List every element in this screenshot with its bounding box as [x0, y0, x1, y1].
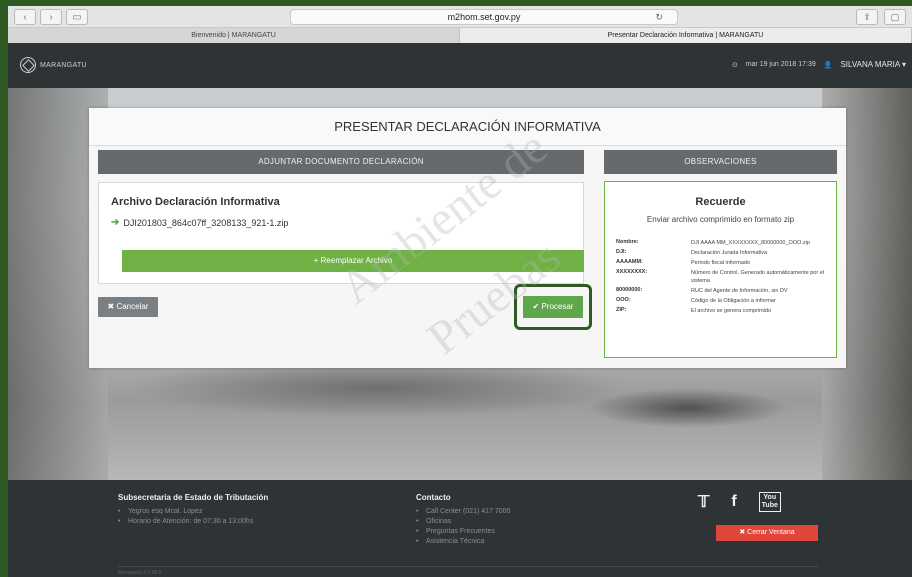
arrow-right-icon: ➔ [111, 217, 120, 228]
remember-subtitle: Enviar archivo comprimido en formato zip [646, 215, 795, 224]
share-icon[interactable]: ⇪ [856, 9, 878, 25]
list-item: OOO: Código de la Obligación a informar [616, 297, 776, 304]
sidebar-toggle-icon[interactable]: ▭ [66, 9, 88, 25]
list-item: XXXXXXXX: Número de Control. Generado aut… [616, 269, 824, 284]
observations-box: Recuerde Enviar archivo comprimido en fo… [604, 181, 837, 358]
attach-box: Archivo Declaración Informativa ➔ DJI201… [98, 182, 584, 284]
remember-title: Recuerde [695, 196, 746, 208]
user-icon: 👤 [823, 61, 833, 69]
list-item: ZIP: El archivo se genera comprimido [616, 307, 772, 314]
page-title: PRESENTAR DECLARACIÓN INFORMATIVA [89, 108, 846, 146]
forward-button[interactable]: › [40, 9, 62, 25]
brand-logo[interactable]: MARANGATU [20, 57, 87, 73]
back-button[interactable]: ‹ [14, 9, 36, 25]
browser-actions: ⇪ ▢ [856, 9, 906, 25]
observations-header: OBSERVACIONES [604, 150, 837, 174]
footer-link-oficinas[interactable]: Oficinas [416, 518, 510, 525]
tab-presentar-declaracion[interactable]: Presentar Declaración Informativa | MARA… [460, 28, 912, 43]
app-header: MARANGATU ⊙ mar 19 jun 2018 17:39 👤 SILV… [8, 43, 912, 88]
cancel-button[interactable]: ✖ Cancelar [98, 297, 158, 317]
header-right: ⊙ mar 19 jun 2018 17:39 👤 SILVANA MARIA … [732, 60, 906, 69]
list-item: Horario de Atención: de 07:30 a 13:00hs [118, 518, 268, 525]
clock-icon: ⊙ [731, 61, 738, 69]
footer-tax-info: Subsecretaría de Estado de Tributación Y… [118, 493, 268, 528]
brand-name: MARANGATU [40, 61, 87, 69]
datetime: mar 19 jun 2018 17:39 [745, 61, 816, 68]
list-item: AAAAMM: Periodo fiscal informado [616, 259, 751, 266]
social-links: 𝕋 f You Tube [698, 492, 781, 512]
user-menu[interactable]: SILVANA MARIA ▾ [840, 60, 906, 69]
browser-toolbar: ‹ › ▭ m2hom.set.gov.py ↻ ⇪ ▢ [8, 6, 912, 28]
list-item: DJI: Declaración Jurada Informativa [616, 249, 768, 256]
browser-tabs: Bienvenido | MARANGATU Presentar Declara… [8, 28, 912, 43]
footer-divider [118, 566, 818, 567]
address-bar[interactable]: m2hom.set.gov.py ↻ [290, 9, 678, 25]
footer-link-faq[interactable]: Preguntas Frecuentes [416, 528, 510, 535]
footer-col2-title: Contacto [416, 493, 451, 502]
close-window-button[interactable]: ✖ Cerrar Ventana [716, 525, 818, 541]
twitter-icon[interactable]: 𝕋 [698, 492, 709, 512]
list-item: Yegros esq Mcal. Lopez [118, 508, 268, 515]
version-text: Marangatu 2.0.38.0 [118, 570, 162, 576]
tabs-icon[interactable]: ▢ [884, 9, 906, 25]
list-item: Nombre: DJI AAAA MM_XXXXXXXX_80000000_OOO… [616, 239, 810, 246]
process-button[interactable]: ✔ Procesar [523, 296, 583, 318]
nav-buttons: ‹ › ▭ [14, 9, 88, 25]
file-section-title: Archivo Declaración Informativa [111, 196, 280, 208]
reload-icon[interactable]: ↻ [655, 10, 663, 24]
file-name: DJI201803_864c07ff_3208133_921-1.zip [123, 217, 289, 228]
replace-file-button[interactable]: + Reemplazar Archivo [122, 250, 584, 272]
footer-link-call-center[interactable]: Call Center (021) 417 7000 [416, 508, 510, 515]
facebook-icon[interactable]: f [731, 493, 736, 511]
observations-list: Nombre: DJI AAAA MM_XXXXXXXX_80000000_OOO… [616, 239, 831, 317]
process-highlight: ✔ Procesar [514, 284, 592, 330]
attach-section-header: ADJUNTAR DOCUMENTO DECLARACIÓN [98, 150, 584, 174]
marangatu-logo-icon [20, 57, 36, 73]
url-text: m2hom.set.gov.py [447, 12, 521, 22]
main-panel: PRESENTAR DECLARACIÓN INFORMATIVA ADJUNT… [89, 108, 846, 368]
footer-contact: Contacto Call Center (021) 417 7000 Ofic… [416, 493, 510, 548]
file-entry[interactable]: ➔ DJI201803_864c07ff_3208133_921-1.zip [111, 217, 288, 228]
tab-bienvenido[interactable]: Bienvenido | MARANGATU [8, 28, 460, 43]
youtube-icon[interactable]: You Tube [758, 492, 781, 512]
footer-link-asistencia[interactable]: Asistencia Técnica [416, 538, 510, 545]
list-item: 80000000: RUC del Agente de Información, … [616, 287, 788, 294]
footer: Subsecretaría de Estado de Tributación Y… [8, 480, 912, 577]
footer-col1-title: Subsecretaría de Estado de Tributación [118, 493, 269, 502]
